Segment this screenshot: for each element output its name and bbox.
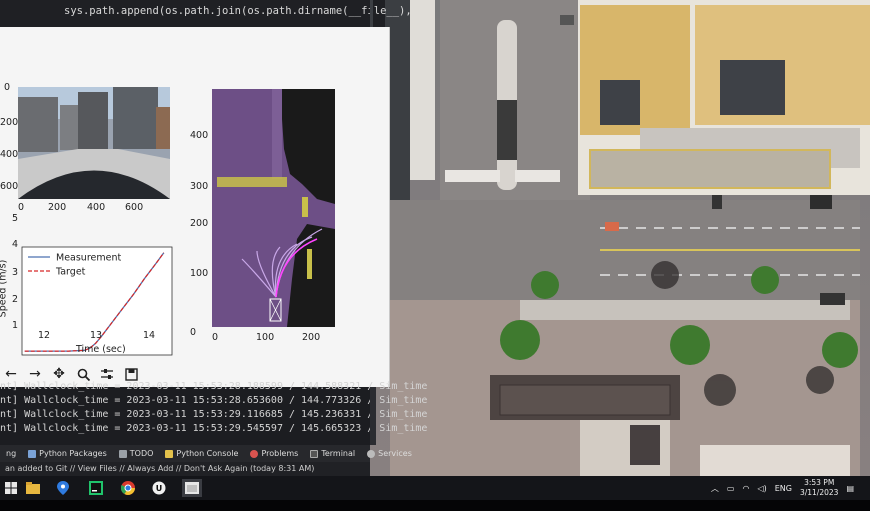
windows-taskbar: U ︿ ▭ ◠ ◁) ENG 3:53 PM 3/11/2023 ▤ [0, 476, 870, 500]
volume-icon[interactable]: ◁) [757, 484, 766, 493]
code-line: sys.path.append(os.path.join(os.path.dir… [64, 5, 412, 17]
bev-ytick: 100 [190, 268, 209, 279]
tab-todo[interactable]: TODO [113, 445, 160, 462]
bev-ytick: 300 [190, 181, 209, 192]
ide-status-bar[interactable]: an added to Git // View Files // Always … [0, 462, 370, 476]
system-tray: ︿ ▭ ◠ ◁) ENG 3:53 PM 3/11/2023 ▤ [711, 476, 854, 500]
clock-time: 3:53 PM [804, 478, 835, 487]
speed-xtick: 12 [38, 330, 51, 341]
speed-ytick: 3 [12, 267, 19, 278]
tab-python-packages[interactable]: Python Packages [22, 445, 113, 462]
language-indicator[interactable]: ENG [775, 484, 792, 493]
chrome-icon[interactable] [119, 479, 137, 497]
speed-ytick: 2 [12, 294, 19, 305]
services-icon [367, 449, 376, 458]
tab-label: Services [378, 449, 412, 458]
editor-divider [370, 0, 373, 30]
terminal-scrollbar[interactable] [370, 387, 376, 445]
todo-icon [118, 449, 127, 458]
camera-ytick: 200 [0, 117, 19, 128]
tab-terminal[interactable]: Terminal [304, 445, 361, 462]
speed-xtick: 13 [90, 330, 103, 341]
bev-xtick: 200 [302, 332, 321, 343]
bev-xtick: 100 [256, 332, 275, 343]
clock-date: 3/11/2023 [799, 488, 839, 497]
tab-label: Problems [261, 449, 299, 458]
matplotlib-figure-window[interactable]: 0 200 400 600 0 200 400 600 Measurement T… [0, 27, 390, 387]
tab-label: ng [6, 449, 17, 458]
tab-label: Terminal [321, 449, 356, 458]
camera-ytick: 400 [0, 149, 19, 160]
python-window-icon[interactable] [182, 479, 202, 497]
bev-map [212, 89, 335, 327]
windows-icon[interactable] [2, 479, 20, 497]
speed-xlabel: Time (sec) [76, 344, 126, 355]
camera-ytick: 600 [0, 181, 19, 192]
chevron-up-icon[interactable]: ︿ [711, 483, 719, 494]
speed-plot: Measurement Target [21, 246, 173, 356]
monitor-bezel [0, 500, 870, 511]
ide-tool-window-bar: ng Python Packages TODO Python Console P… [0, 445, 412, 462]
speed-ytick: 1 [12, 320, 19, 331]
terminal-output[interactable]: nt] Wallclock_time = 2023-03-11 15:53:28… [0, 381, 427, 445]
bev-xtick: 0 [212, 332, 219, 343]
legend-label: Measurement [56, 253, 121, 264]
tab-problems[interactable]: Problems [244, 445, 304, 462]
display-icon[interactable]: ▭ [727, 484, 735, 493]
problems-icon [250, 449, 259, 458]
tab-services[interactable]: Services [361, 445, 418, 462]
terminal-line: nt] Wallclock_time = 2023-03-11 15:53:29… [0, 423, 428, 434]
python-console-icon [165, 449, 174, 458]
speed-xtick: 14 [143, 330, 156, 341]
bev-ytick: 200 [190, 218, 209, 229]
maps-icon[interactable] [54, 479, 72, 497]
file-explorer-icon[interactable] [24, 479, 42, 497]
bev-ytick: 0 [190, 327, 197, 338]
tab-python-console[interactable]: Python Console [159, 445, 244, 462]
packages-icon [28, 449, 37, 458]
unreal-engine-icon[interactable]: U [150, 479, 168, 497]
bev-ytick: 400 [190, 130, 209, 141]
terminal-icon [310, 449, 319, 458]
legend-label: Target [55, 267, 86, 278]
clock[interactable]: 3:53 PM 3/11/2023 [800, 478, 838, 498]
speed-ytick: 4 [12, 239, 19, 250]
tab-git[interactable]: ng [0, 445, 22, 462]
speed-ytick: 5 [12, 213, 19, 224]
camera-ytick: 0 [4, 82, 11, 93]
notifications-icon[interactable]: ▤ [846, 484, 854, 493]
tab-label: TODO [129, 449, 154, 458]
terminal-line: nt] Wallclock_time = 2023-03-11 15:53:29… [0, 409, 428, 420]
terminal-line: nt] Wallclock_time = 2023-03-11 15:53:28… [0, 395, 428, 406]
wifi-icon[interactable]: ◠ [742, 484, 749, 493]
svg-text:U: U [156, 484, 163, 493]
camera-image [18, 87, 170, 199]
tab-label: Python Packages [39, 449, 107, 458]
tab-label: Python Console [176, 449, 239, 458]
speed-ylabel: Speed (m/s) [0, 259, 9, 318]
terminal-line: nt] Wallclock_time = 2023-03-11 15:53:28… [0, 381, 428, 392]
pycharm-icon[interactable] [87, 479, 105, 497]
